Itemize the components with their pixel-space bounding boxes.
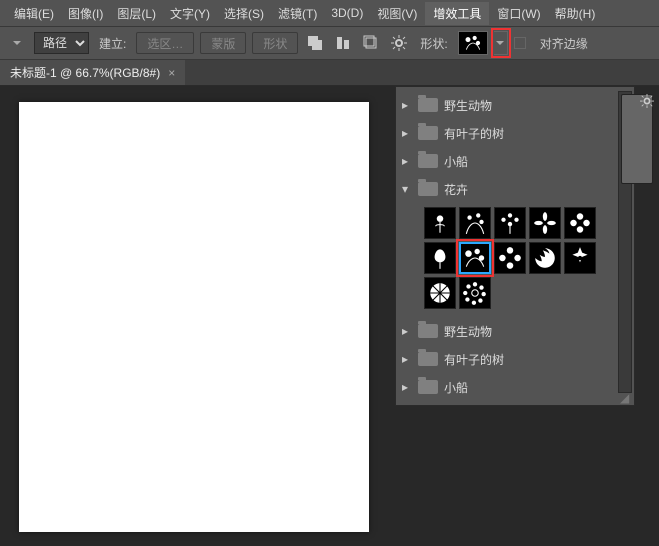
menu-filter[interactable]: 滤镜(T) — [272, 2, 323, 25]
shape-dropdown-button[interactable] — [494, 31, 508, 55]
options-bar: 路径 建立: 选区… 蒙版 形状 形状: 对齐边缘 — [0, 26, 659, 60]
tree-item-label: 花卉 — [444, 181, 468, 198]
panel-menu-gear-icon[interactable] — [640, 94, 654, 111]
folder-icon — [418, 182, 438, 196]
menu-edit[interactable]: 编辑(E) — [8, 2, 60, 25]
tree-item-trees-2[interactable]: ▸ 有叶子的树 — [402, 345, 618, 373]
build-label: 建立: — [95, 35, 130, 52]
shape-thumb[interactable] — [564, 207, 596, 239]
menu-help[interactable]: 帮助(H) — [549, 2, 602, 25]
make-selection-button[interactable]: 选区… — [136, 32, 194, 54]
chevron-right-icon: ▸ — [402, 98, 412, 112]
menu-layer[interactable]: 图层(L) — [111, 2, 162, 25]
close-icon[interactable]: × — [168, 66, 175, 80]
align-edges-label: 对齐边缘 — [536, 35, 592, 52]
shape-label: 形状: — [416, 35, 451, 52]
shape-thumb[interactable] — [529, 242, 561, 274]
menu-fx[interactable]: 增效工具 — [425, 2, 489, 25]
menu-bar: 编辑(E) 图像(I) 图层(L) 文字(Y) 选择(S) 滤镜(T) 3D(D… — [0, 0, 659, 26]
gear-icon[interactable] — [388, 32, 410, 54]
document-tab-bar: 未标题-1 @ 66.7%(RGB/8#) × — [0, 60, 659, 86]
arrange-icon[interactable] — [360, 32, 382, 54]
align-edges-checkbox[interactable] — [514, 37, 526, 49]
menu-view[interactable]: 视图(V) — [371, 2, 423, 25]
folder-icon — [418, 352, 438, 366]
tree-item-label: 野生动物 — [444, 97, 492, 114]
shape-thumbnails — [402, 203, 618, 317]
shape-thumb[interactable] — [459, 277, 491, 309]
tree-item-wildlife[interactable]: ▸ 野生动物 — [402, 91, 618, 119]
panel-scrollbar[interactable] — [618, 91, 632, 393]
path-op-icon[interactable] — [304, 32, 326, 54]
mode-select[interactable]: 路径 — [34, 32, 89, 54]
resize-grip-icon[interactable]: ◢ — [620, 391, 632, 403]
menu-window[interactable]: 窗口(W) — [491, 2, 546, 25]
mode-select-input[interactable]: 路径 — [34, 32, 89, 54]
canvas[interactable] — [19, 102, 369, 532]
shape-thumb[interactable] — [564, 242, 596, 274]
folder-icon — [418, 126, 438, 140]
tree-item-label: 有叶子的树 — [444, 125, 504, 142]
make-mask-button[interactable]: 蒙版 — [200, 32, 246, 54]
tree-item-flowers[interactable]: ▾ 花卉 — [402, 175, 618, 203]
make-shape-button[interactable]: 形状 — [252, 32, 298, 54]
folder-icon — [418, 98, 438, 112]
chevron-right-icon: ▸ — [402, 352, 412, 366]
chevron-right-icon: ▸ — [402, 126, 412, 140]
folder-icon — [418, 324, 438, 338]
shape-thumb-selected[interactable] — [459, 242, 491, 274]
workspace: ▸ 野生动物 ▸ 有叶子的树 ▸ 小船 ▾ 花卉 — [0, 86, 659, 546]
tree-item-trees[interactable]: ▸ 有叶子的树 — [402, 119, 618, 147]
shape-thumb[interactable] — [494, 242, 526, 274]
shape-thumb[interactable] — [459, 207, 491, 239]
tool-dropdown-icon[interactable] — [6, 32, 28, 54]
menu-image[interactable]: 图像(I) — [62, 2, 109, 25]
folder-icon — [418, 154, 438, 168]
menu-select[interactable]: 选择(S) — [218, 2, 270, 25]
document-tab[interactable]: 未标题-1 @ 66.7%(RGB/8#) × — [0, 60, 185, 85]
shape-tree: ▸ 野生动物 ▸ 有叶子的树 ▸ 小船 ▾ 花卉 — [396, 87, 634, 405]
tree-item-boats[interactable]: ▸ 小船 — [402, 147, 618, 175]
shape-preview[interactable] — [458, 31, 488, 55]
tree-item-label: 小船 — [444, 153, 468, 170]
chevron-right-icon: ▸ — [402, 380, 412, 394]
tree-item-label: 野生动物 — [444, 323, 492, 340]
shape-thumb[interactable] — [424, 242, 456, 274]
tree-item-label: 有叶子的树 — [444, 351, 504, 368]
chevron-right-icon: ▸ — [402, 154, 412, 168]
menu-text[interactable]: 文字(Y) — [164, 2, 216, 25]
tree-item-boats-2[interactable]: ▸ 小船 — [402, 373, 618, 401]
chevron-right-icon: ▸ — [402, 324, 412, 338]
shape-thumb[interactable] — [424, 277, 456, 309]
tree-item-label: 小船 — [444, 379, 468, 396]
shape-thumb[interactable] — [529, 207, 561, 239]
align-icon[interactable] — [332, 32, 354, 54]
folder-icon — [418, 380, 438, 394]
tree-item-wildlife-2[interactable]: ▸ 野生动物 — [402, 317, 618, 345]
chevron-down-icon: ▾ — [402, 182, 412, 196]
shape-picker-panel: ▸ 野生动物 ▸ 有叶子的树 ▸ 小船 ▾ 花卉 — [395, 86, 635, 406]
document-tab-title: 未标题-1 @ 66.7%(RGB/8#) — [10, 64, 160, 81]
shape-thumb[interactable] — [494, 207, 526, 239]
menu-3d[interactable]: 3D(D) — [325, 3, 369, 23]
shape-thumb[interactable] — [424, 207, 456, 239]
